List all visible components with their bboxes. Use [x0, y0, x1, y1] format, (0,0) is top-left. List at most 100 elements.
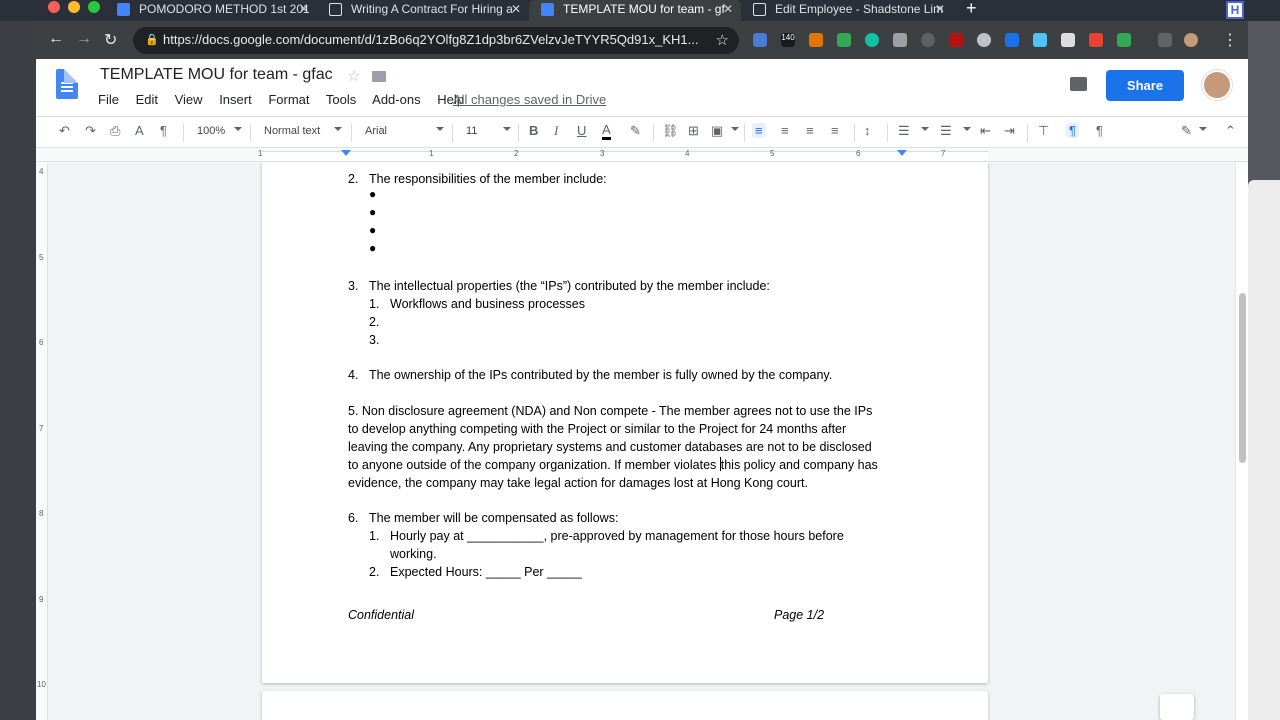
browser-tab-4[interactable]: Edit Employee - Shadstone Lim ✕ [741, 0, 953, 21]
text-color-icon[interactable]: A [602, 123, 611, 140]
document-title[interactable]: TEMPLATE MOU for team - gfac [100, 66, 333, 84]
bold-icon[interactable]: B [529, 123, 538, 138]
close-icon[interactable]: ✕ [299, 2, 309, 16]
extension-blue-icon[interactable] [1005, 33, 1019, 47]
rtl-icon[interactable]: ¶ [1096, 123, 1103, 138]
extension-gray-icon[interactable] [977, 33, 991, 47]
document-page[interactable]: 2. The responsibilities of the member in… [262, 163, 988, 683]
document-canvas[interactable]: 2. The responsibilities of the member in… [48, 163, 1248, 720]
browser-tab-2[interactable]: Writing A Contract For Hiring a ✕ [317, 0, 529, 21]
menu-edit[interactable]: Edit [136, 92, 158, 107]
close-window-button[interactable] [48, 1, 60, 13]
align-right-icon[interactable]: ≡ [806, 123, 814, 138]
list-number: 6. [348, 511, 359, 525]
folder-icon[interactable] [372, 71, 386, 82]
extension-m-icon[interactable] [865, 33, 879, 47]
editing-mode-icon[interactable]: ✎ [1181, 123, 1192, 139]
collapse-icon[interactable]: ⌃ [1225, 123, 1236, 139]
numbered-list-icon[interactable]: ☰ [898, 123, 910, 139]
chevron-down-icon [436, 127, 444, 131]
print-icon[interactable]: ⎙ [110, 123, 120, 139]
menu-format[interactable]: Format [268, 92, 309, 107]
right-indent-marker-icon[interactable] [897, 150, 907, 156]
docs-logo-icon[interactable] [56, 69, 78, 99]
extension-badge-icon[interactable]: 140 [781, 33, 795, 47]
explore-button[interactable] [1160, 694, 1194, 720]
highlight-icon[interactable]: ✎ [630, 123, 641, 139]
extension-k-icon[interactable] [809, 33, 823, 47]
ruler-number: 6 [39, 338, 44, 347]
spellcheck-icon[interactable]: A [135, 123, 144, 138]
align-center-icon[interactable]: ≡ [781, 123, 789, 138]
maximize-window-button[interactable] [88, 1, 100, 13]
decrease-indent-icon[interactable]: ⇤ [980, 123, 991, 139]
chevron-down-icon [234, 127, 242, 131]
share-button[interactable]: Share [1106, 70, 1184, 101]
extension-color-icon[interactable] [1089, 33, 1103, 47]
extension-translate-icon[interactable] [753, 33, 767, 47]
ltr-icon[interactable]: ¶ [1066, 123, 1079, 138]
save-status[interactable]: All changes saved in Drive [453, 92, 606, 107]
menu-addons[interactable]: Add-ons [372, 92, 420, 107]
bookmark-star-icon[interactable]: ☆ [716, 31, 729, 49]
style-select[interactable]: Normal text [264, 125, 320, 137]
zoom-select[interactable]: 100% [197, 125, 225, 137]
minimize-window-button[interactable] [68, 1, 80, 13]
sub-list-text: Hourly pay at ___________, pre-approved … [390, 529, 844, 543]
profile-h-icon[interactable]: H [1226, 1, 1244, 19]
increase-indent-icon[interactable]: ⇥ [1004, 123, 1015, 139]
close-icon[interactable]: ✕ [511, 2, 521, 16]
profile-avatar-icon[interactable] [1184, 33, 1198, 47]
align-left-icon[interactable]: ≡ [752, 123, 766, 138]
back-arrow-icon[interactable]: ← [48, 30, 64, 48]
browser-tab-3[interactable]: TEMPLATE MOU for team - gf ✕ [529, 0, 741, 21]
sub-list-number: 2. [369, 565, 380, 579]
menu-tools[interactable]: Tools [326, 92, 356, 107]
background-window-panel [1248, 180, 1280, 720]
italic-icon[interactable]: I [554, 123, 558, 139]
redo-icon[interactable]: ↷ [85, 123, 96, 139]
menu-file[interactable]: File [98, 92, 119, 107]
undo-icon[interactable]: ↶ [59, 123, 70, 139]
extension-red-icon[interactable] [949, 33, 963, 47]
extension-download-icon[interactable] [1117, 33, 1131, 47]
justify-icon[interactable]: ≡ [831, 123, 839, 138]
cast-icon[interactable] [1158, 33, 1172, 47]
comments-icon[interactable] [1070, 77, 1087, 91]
close-icon[interactable]: ✕ [723, 2, 733, 16]
list-number: 4. [348, 368, 359, 382]
bulleted-list-icon[interactable]: ☰ [940, 123, 952, 139]
underline-icon[interactable]: U [577, 123, 586, 138]
image-icon[interactable]: ▣ [711, 123, 723, 139]
paint-format-icon[interactable]: ¶ [160, 123, 167, 138]
extension-circle-icon[interactable] [921, 33, 935, 47]
font-select[interactable]: Arial [365, 125, 387, 137]
chrome-menu-icon[interactable]: ⋮ [1222, 30, 1238, 50]
menu-view[interactable]: View [175, 92, 203, 107]
extension-drive-icon[interactable] [893, 33, 907, 47]
clear-formatting-icon[interactable]: ⊤ [1038, 123, 1049, 139]
menu-insert[interactable]: Insert [219, 92, 252, 107]
link-icon[interactable]: ⛓ [662, 123, 679, 139]
star-icon[interactable]: ☆ [347, 67, 360, 85]
line-spacing-icon[interactable]: ↕ [864, 123, 871, 138]
list-item-text: The ownership of the IPs contributed by … [369, 368, 833, 382]
vertical-scrollbar[interactable] [1235, 163, 1248, 720]
user-avatar[interactable] [1202, 70, 1232, 100]
new-tab-button[interactable]: + [966, 0, 977, 19]
scrollbar-thumb[interactable] [1239, 293, 1246, 463]
sub-list-number: 2. [369, 315, 380, 329]
browser-tab-1[interactable]: POMODORO METHOD 1st 201 ✕ [105, 0, 317, 21]
ruler-number: 1 [258, 149, 263, 158]
extension-s-icon[interactable] [1033, 33, 1047, 47]
forward-arrow-icon[interactable]: → [76, 30, 92, 48]
font-size-select[interactable]: 11 [466, 125, 477, 137]
address-bar[interactable]: 🔒 https://docs.google.com/document/d/1zB… [133, 27, 739, 54]
extension-expand-icon[interactable] [1061, 33, 1075, 47]
indent-marker-icon[interactable] [341, 150, 351, 156]
reload-icon[interactable]: ↻ [104, 30, 117, 50]
add-comment-icon[interactable]: ⊞ [688, 123, 699, 139]
document-page-2[interactable] [262, 691, 988, 720]
close-icon[interactable]: ✕ [935, 2, 945, 16]
extension-eyedropper-icon[interactable] [837, 33, 851, 47]
